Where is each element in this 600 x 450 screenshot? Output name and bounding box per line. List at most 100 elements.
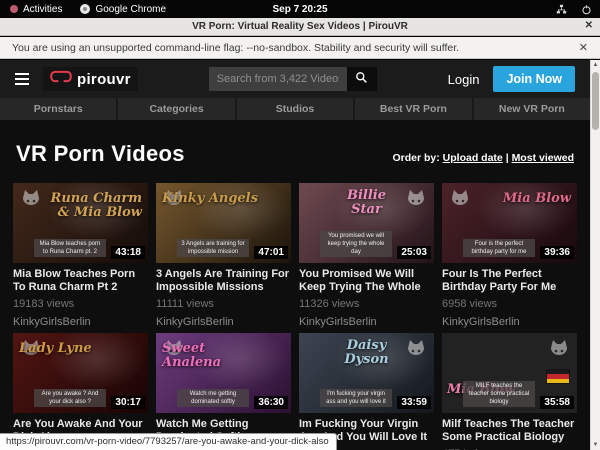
search-input[interactable] bbox=[209, 67, 347, 91]
order-by-separator: | bbox=[506, 152, 509, 164]
thumbnail-overlay-title: Kinky Angels bbox=[162, 192, 258, 206]
infobar-close-button[interactable]: ✕ bbox=[579, 41, 588, 54]
chrome-app-label: Google Chrome bbox=[95, 4, 166, 15]
duration-badge: 30:17 bbox=[111, 396, 145, 409]
window-close-button[interactable]: ✕ bbox=[585, 20, 593, 31]
german-flag bbox=[546, 369, 570, 384]
hamburger-menu-icon[interactable] bbox=[15, 73, 29, 85]
menu-item-studios[interactable]: Studios bbox=[237, 98, 355, 120]
duration-badge: 25:03 bbox=[397, 246, 431, 259]
video-card[interactable]: Kinky Angels 3 Angels are training for i… bbox=[156, 183, 291, 328]
video-title-link[interactable]: Four Is The Perfect Birthday Party For M… bbox=[442, 268, 577, 293]
video-thumbnail[interactable]: Runa Charm & Mia Blow Mia Blow teaches p… bbox=[13, 183, 148, 263]
thumbnail-caption: Four is the perfect birthday party for m… bbox=[463, 239, 535, 257]
view-count: 11111 views bbox=[156, 298, 291, 310]
page-heading-row: VR Porn Videos Order by: Upload date | M… bbox=[0, 120, 590, 177]
system-top-bar: Activities Google Chrome Sep 7 20:25 bbox=[0, 0, 600, 18]
menu-item-best-vr-porn[interactable]: Best VR Porn bbox=[355, 98, 473, 120]
video-card[interactable]: Mia Blow MILF teaches the teacher some p… bbox=[442, 333, 577, 450]
window-title: VR Porn: Virtual Reality Sex Videos | Pi… bbox=[192, 21, 408, 32]
status-bar-url: https://pirouvr.com/vr-porn-video/779325… bbox=[0, 433, 337, 450]
order-by-most-viewed-link[interactable]: Most viewed bbox=[512, 152, 574, 164]
video-title-link[interactable]: You Promised We Will Keep Trying The Who… bbox=[299, 268, 434, 293]
power-icon[interactable] bbox=[581, 4, 592, 15]
login-link[interactable]: Login bbox=[448, 72, 480, 87]
video-thumbnail[interactable]: Lady Lyne Are you awake ? And your dick … bbox=[13, 333, 148, 413]
studio-link[interactable]: KinkyGirlsBerlin bbox=[13, 316, 148, 328]
activities-dot-icon bbox=[10, 5, 18, 13]
video-card[interactable]: Mia Blow Four is the perfect birthday pa… bbox=[442, 183, 577, 328]
main-nav-menu: PornstarsCategoriesStudiosBest VR PornNe… bbox=[0, 98, 590, 120]
search-button[interactable] bbox=[347, 67, 377, 91]
order-by-controls: Order by: Upload date | Most viewed bbox=[392, 152, 574, 164]
scrollbar[interactable]: ▲ ▼ bbox=[590, 60, 600, 450]
menu-item-categories[interactable]: Categories bbox=[118, 98, 236, 120]
chrome-icon bbox=[80, 4, 90, 14]
vr-headset-icon bbox=[50, 70, 72, 88]
chrome-infobar: You are using an unsupported command-lin… bbox=[0, 37, 600, 59]
studio-link[interactable]: KinkyGirlsBerlin bbox=[156, 316, 291, 328]
studio-link[interactable]: KinkyGirlsBerlin bbox=[299, 316, 434, 328]
site-logo-text: pirouvr bbox=[77, 71, 131, 88]
thumbnail-caption: You promised we will keep trying the who… bbox=[320, 231, 392, 257]
video-thumbnail[interactable]: Mia Blow Four is the perfect birthday pa… bbox=[442, 183, 577, 263]
video-card[interactable]: Billie Star You promised we will keep tr… bbox=[299, 183, 434, 328]
studio-cat-logo-icon bbox=[19, 187, 43, 213]
duration-badge: 43:18 bbox=[111, 246, 145, 259]
thumbnail-overlay-title: Daisy Dyson bbox=[333, 339, 401, 366]
clock[interactable]: Sep 7 20:25 bbox=[272, 4, 327, 15]
desktop: Activities Google Chrome Sep 7 20:25 VR … bbox=[0, 0, 600, 450]
thumbnail-caption: Are you awake ? And your dick also ? bbox=[34, 389, 106, 407]
scroll-up-arrow[interactable]: ▲ bbox=[591, 60, 600, 70]
video-thumbnail[interactable]: Kinky Angels 3 Angels are training for i… bbox=[156, 183, 291, 263]
menu-item-new-vr-porn[interactable]: New VR Porn bbox=[474, 98, 590, 120]
scroll-down-arrow[interactable]: ▼ bbox=[591, 440, 600, 450]
studio-cat-logo-icon bbox=[448, 187, 472, 213]
activities-button[interactable]: Activities bbox=[10, 4, 62, 15]
browser-viewport: pirouvr Login Join Now PornstarsCategori… bbox=[0, 60, 600, 450]
duration-badge: 47:01 bbox=[254, 246, 288, 259]
studio-cat-logo-icon bbox=[547, 337, 571, 363]
duration-badge: 33:59 bbox=[397, 396, 431, 409]
view-count: 6958 views bbox=[442, 298, 577, 310]
video-thumbnail[interactable]: Billie Star You promised we will keep tr… bbox=[299, 183, 434, 263]
site-logo[interactable]: pirouvr bbox=[43, 67, 138, 91]
video-title-link[interactable]: 3 Angels Are Training For Impossible Mis… bbox=[156, 268, 291, 293]
network-icon[interactable] bbox=[556, 4, 567, 15]
video-title-link[interactable]: Mia Blow Teaches Porn To Runa Charm Pt 2 bbox=[13, 268, 148, 293]
video-title-link[interactable]: Milf Teaches The Teacher Some Practical … bbox=[442, 418, 577, 443]
duration-badge: 36:30 bbox=[254, 396, 288, 409]
video-card[interactable]: Runa Charm & Mia Blow Mia Blow teaches p… bbox=[13, 183, 148, 328]
infobar-message: You are using an unsupported command-lin… bbox=[12, 42, 459, 54]
join-now-button[interactable]: Join Now bbox=[493, 66, 575, 92]
view-count: 11326 views bbox=[299, 298, 434, 310]
video-thumbnail[interactable]: Daisy Dyson I'm fucking your virgin ass … bbox=[299, 333, 434, 413]
thumbnail-overlay-title: Billie Star bbox=[333, 189, 401, 216]
duration-badge: 39:36 bbox=[540, 246, 574, 259]
order-by-label: Order by: bbox=[392, 152, 439, 164]
video-thumbnail[interactable]: Mia Blow MILF teaches the teacher some p… bbox=[442, 333, 577, 413]
video-thumbnail[interactable]: Sweet Analena Watch me getting dominated… bbox=[156, 333, 291, 413]
webpage: pirouvr Login Join Now PornstarsCategori… bbox=[0, 60, 590, 450]
video-grid: Runa Charm & Mia Blow Mia Blow teaches p… bbox=[0, 177, 590, 450]
thumbnail-caption: Watch me getting dominated softly bbox=[177, 389, 249, 407]
thumbnail-caption: MILF teaches the teacher some practical … bbox=[463, 381, 535, 407]
chrome-app-indicator[interactable]: Google Chrome bbox=[80, 4, 166, 15]
thumbnail-caption: Mia Blow teaches porn to Runa Charm pt. … bbox=[34, 239, 106, 257]
studio-link[interactable]: KinkyGirlsBerlin bbox=[442, 316, 577, 328]
thumbnail-overlay-title: Runa Charm & Mia Blow bbox=[45, 192, 142, 219]
site-header: pirouvr Login Join Now bbox=[0, 60, 590, 98]
activities-label: Activities bbox=[23, 4, 62, 15]
scrollbar-thumb[interactable] bbox=[592, 72, 599, 130]
window-title-bar: VR Porn: Virtual Reality Sex Videos | Pi… bbox=[0, 18, 600, 36]
search-icon bbox=[355, 71, 368, 87]
order-by-upload-date-link[interactable]: Upload date bbox=[443, 152, 503, 164]
menu-item-pornstars[interactable]: Pornstars bbox=[0, 98, 118, 120]
studio-cat-logo-icon bbox=[404, 337, 428, 363]
studio-cat-logo-icon bbox=[404, 187, 428, 213]
thumbnail-caption: 3 Angels are training for impossible mis… bbox=[177, 239, 249, 257]
page-title: VR Porn Videos bbox=[16, 141, 185, 167]
thumbnail-overlay-title: Mia Blow bbox=[503, 192, 571, 206]
thumbnail-overlay-title: Lady Lyne bbox=[19, 342, 92, 356]
thumbnail-caption: I'm fucking your virgin ass and you will… bbox=[320, 389, 392, 407]
